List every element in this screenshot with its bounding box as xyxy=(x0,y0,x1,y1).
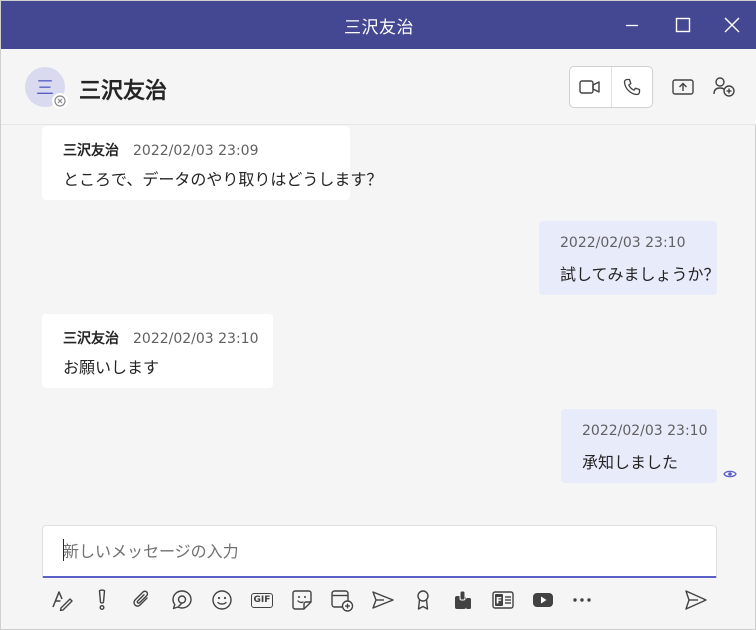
share-screen-button[interactable] xyxy=(669,73,697,101)
message-outgoing[interactable]: 2022/02/03 23:10 試してみましょうか？ xyxy=(539,221,720,295)
forms-icon: F xyxy=(492,591,514,609)
youtube-icon xyxy=(533,593,553,607)
close-icon xyxy=(724,17,740,33)
schedule-meeting-icon xyxy=(331,590,354,612)
message-text: ところで、データのやり取りはどうします？ xyxy=(63,170,383,189)
message-outgoing[interactable]: 2022/02/03 23:10 承知しました xyxy=(561,409,717,483)
send-button[interactable] xyxy=(683,587,709,613)
app-button[interactable] xyxy=(450,587,476,613)
more-icon xyxy=(573,598,591,602)
message-text: お願いします xyxy=(63,358,160,377)
more-options-button[interactable] xyxy=(569,587,595,613)
message-incoming[interactable]: 三沢友治 2022/02/03 23:09 ところで、データのやり取りはどうします… xyxy=(42,126,383,200)
sticker-icon xyxy=(292,590,312,610)
message-text: 承知しました xyxy=(582,453,679,472)
format-button[interactable] xyxy=(49,587,75,613)
add-people-icon xyxy=(713,77,735,97)
attach-button[interactable] xyxy=(129,587,155,613)
apps-icon xyxy=(455,590,471,609)
message-incoming[interactable]: 三沢友治 2022/02/03 23:10 お願いします xyxy=(42,314,273,388)
message-meta: 三沢友治 2022/02/03 23:09 xyxy=(63,140,329,160)
praise-button[interactable] xyxy=(410,587,436,613)
contact-name[interactable]: 三沢友治 xyxy=(79,73,167,105)
important-button[interactable] xyxy=(89,587,115,613)
praise-icon xyxy=(417,590,429,610)
loop-icon xyxy=(172,590,192,610)
message-text: 試してみましょうか？ xyxy=(560,265,720,284)
add-people-button[interactable] xyxy=(710,73,738,101)
audio-call-button[interactable] xyxy=(610,67,652,107)
message-sender: 三沢友治 xyxy=(63,143,119,159)
format-icon xyxy=(52,591,73,611)
send-icon xyxy=(685,590,707,610)
chat-window: 三沢友治 三 三沢友治 三沢友治 2022/02/03 23:09 ところで、デ… xyxy=(0,0,756,630)
minimize-button[interactable] xyxy=(607,1,657,49)
stream-button[interactable] xyxy=(370,587,396,613)
chat-header: 三 三沢友治 xyxy=(1,49,756,125)
text-cursor xyxy=(63,539,64,561)
message-time: 2022/02/03 23:10 xyxy=(582,423,708,439)
maximize-icon xyxy=(675,17,691,33)
share-screen-icon xyxy=(672,79,694,95)
title-bar: 三沢友治 xyxy=(1,1,756,49)
video-call-button[interactable] xyxy=(570,67,611,107)
sticker-button[interactable] xyxy=(289,587,315,613)
call-button-group xyxy=(569,66,653,108)
video-camera-icon xyxy=(579,80,601,94)
message-time: 2022/02/03 23:09 xyxy=(133,143,259,159)
message-time: 2022/02/03 23:10 xyxy=(133,331,259,347)
message-time: 2022/02/03 23:10 xyxy=(560,235,686,251)
message-meta: 三沢友治 2022/02/03 23:10 xyxy=(63,328,259,348)
compose-box xyxy=(42,525,717,578)
message-sender: 三沢友治 xyxy=(63,331,119,347)
svg-text:F: F xyxy=(496,597,502,607)
gif-icon: GIF xyxy=(250,592,274,608)
emoji-icon xyxy=(212,590,232,610)
gif-button[interactable]: GIF xyxy=(249,587,275,613)
read-receipt-eye-icon xyxy=(723,467,737,481)
close-button[interactable] xyxy=(707,1,756,49)
phone-icon xyxy=(623,78,641,96)
presence-offline-icon xyxy=(52,93,68,109)
message-input[interactable] xyxy=(43,526,716,576)
forms-button[interactable]: F xyxy=(490,587,516,613)
loop-button[interactable] xyxy=(169,587,195,613)
youtube-button[interactable] xyxy=(530,587,556,613)
important-icon xyxy=(98,589,106,611)
stream-icon xyxy=(372,591,394,609)
maximize-button[interactable] xyxy=(658,1,708,49)
emoji-button[interactable] xyxy=(209,587,235,613)
attach-icon xyxy=(133,590,149,607)
schedule-meeting-button[interactable] xyxy=(329,587,355,613)
minimize-icon xyxy=(626,24,638,27)
